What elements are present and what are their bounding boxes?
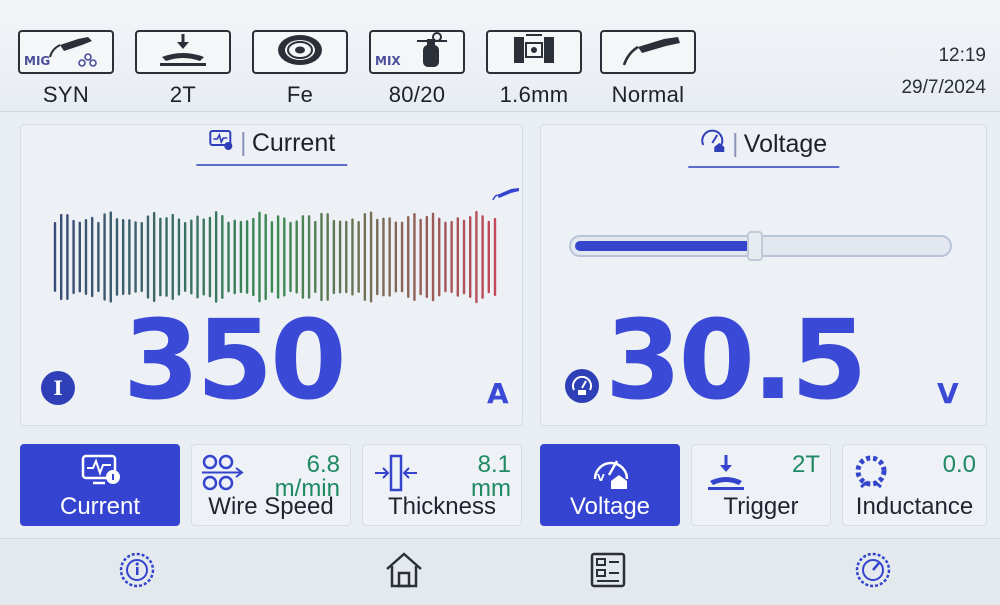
welding-torch-icon [608, 31, 688, 74]
trigger-icon [704, 453, 748, 493]
voltage-gauge-icon: V [589, 451, 633, 491]
card-thickness-label: Thickness [387, 493, 497, 520]
card-current-label: Current [59, 493, 141, 520]
voltage-value: 30.5 [605, 296, 867, 424]
current-monitor-icon [208, 129, 234, 158]
torch-indicator-icon [491, 185, 521, 206]
wire-feed-rollers-icon [200, 453, 246, 493]
card-current[interactable]: Current [20, 444, 180, 526]
status-bar: MIG SYN 2T Fe MIX 80/20 1.6mm Normal 12:… [0, 0, 1000, 112]
process-mode-button[interactable]: MIG SYN [16, 30, 116, 108]
card-inductance-value: 0.0 [943, 453, 976, 477]
card-thickness[interactable]: 8.1 mm Thickness [362, 444, 522, 526]
trigger-2t-icon [148, 31, 218, 74]
wire-speed-value: 6.8 [306, 451, 340, 478]
gas-mix-label: 80/20 [388, 82, 446, 107]
title-separator [241, 131, 244, 156]
current-value: 350 [123, 296, 347, 424]
card-inductance-label: Inductance [855, 493, 974, 520]
clock-date: 29/7/2024 [901, 77, 986, 98]
inductance-coil-icon [849, 453, 893, 493]
card-trigger[interactable]: 2T Trigger [691, 444, 831, 526]
current-panel-title: Current [195, 129, 348, 166]
gas-cylinder-mix-icon [409, 31, 455, 74]
thickness-icon [373, 453, 419, 493]
gas-mix-button[interactable]: MIX 80/20 [367, 30, 467, 108]
card-trigger-label: Trigger [723, 493, 799, 520]
trigger-mode-label: 2T [169, 82, 197, 107]
torch-mode-label: Normal [611, 82, 685, 107]
voltage-slider-thumb[interactable] [747, 231, 763, 261]
card-trigger-value: 2T [792, 453, 820, 477]
current-monitor-icon [79, 453, 123, 487]
current-waveform [53, 210, 497, 304]
current-unit: A [487, 377, 509, 410]
card-voltage[interactable]: V Voltage [540, 444, 680, 526]
clock-time: 12:19 [938, 45, 986, 66]
current-badge-icon: I [41, 371, 75, 405]
wire-material-label: Fe [286, 82, 314, 107]
thickness-value: 8.1 [477, 451, 511, 478]
voltage-gauge-icon [700, 129, 726, 160]
wire-spool-icon [270, 31, 330, 74]
card-inductance[interactable]: 0.0 Inductance [842, 444, 987, 526]
mix-tag: MIX [375, 54, 401, 68]
wire-diameter-label: 1.6mm [499, 82, 569, 107]
wire-material-button[interactable]: Fe [250, 30, 350, 108]
wire-diameter-button[interactable]: 1.6mm [484, 30, 584, 108]
title-separator [733, 132, 736, 157]
menu-button[interactable] [583, 549, 633, 595]
voltage-unit: V [937, 377, 959, 410]
info-button[interactable] [112, 549, 162, 595]
voltage-slider[interactable] [569, 231, 952, 261]
trigger-mode-button[interactable]: 2T [133, 30, 233, 108]
wire-diameter-icon [504, 31, 564, 74]
card-wire-speed[interactable]: 6.8 m/min Wire Speed [191, 444, 351, 526]
trigger-value: 2T [791, 451, 820, 478]
settings-dial-icon [853, 550, 893, 595]
card-voltage-label: Voltage [569, 493, 651, 520]
voltage-panel[interactable]: Voltage 30.5 V [540, 124, 987, 426]
process-mode-label: SYN [42, 82, 90, 107]
voltage-panel-title: Voltage [687, 129, 840, 168]
menu-grid-icon [588, 550, 628, 595]
inductance-value: 0.0 [942, 451, 976, 478]
home-button[interactable] [379, 549, 429, 595]
card-wire-speed-label: Wire Speed [208, 493, 334, 520]
settings-button[interactable] [848, 549, 898, 595]
bottom-nav [0, 538, 1000, 605]
clock: 12:19 29/7/2024 [901, 40, 986, 104]
mig-tag: MIG [24, 54, 51, 68]
current-panel[interactable]: Current I 350 A [20, 124, 523, 426]
home-icon [383, 549, 425, 596]
current-title-text: Current [251, 129, 336, 157]
svg-text:V: V [597, 473, 605, 484]
voltage-title-text: Voltage [743, 130, 828, 158]
torch-mode-button[interactable]: Normal [598, 30, 698, 108]
voltage-slider-fill [575, 241, 751, 251]
info-dial-icon [117, 550, 157, 595]
voltage-badge-icon [565, 369, 599, 403]
